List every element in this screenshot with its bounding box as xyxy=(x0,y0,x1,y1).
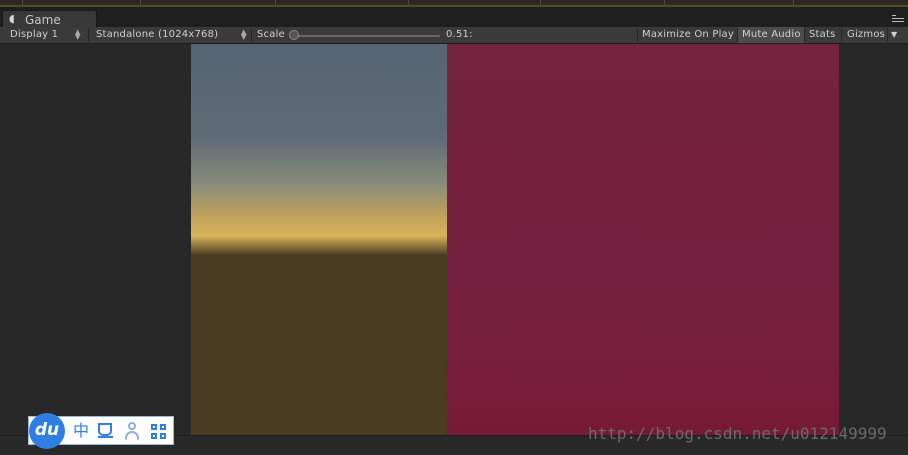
scale-slider-thumb[interactable] xyxy=(289,30,299,40)
tab-game[interactable]: ◖ Game xyxy=(2,10,97,28)
ruler-tick xyxy=(408,0,409,7)
tab-game-label: Game xyxy=(25,13,61,27)
display-dropdown-label: Display 1 xyxy=(10,29,59,40)
chevron-updown-icon: ▲ ▼ xyxy=(241,28,247,41)
baidu-ime-logo[interactable]: du xyxy=(29,413,65,449)
chinese-mode-toggle[interactable]: 中 xyxy=(73,421,89,441)
scale-label: Scale xyxy=(257,29,285,40)
divider xyxy=(251,28,252,42)
grid-icon[interactable] xyxy=(151,424,167,440)
divider xyxy=(841,28,842,42)
ime-toolbar: du 中 xyxy=(28,413,174,449)
ruler-tick xyxy=(664,0,665,7)
divider xyxy=(887,28,888,42)
gizmos-toggle[interactable]: Gizmos xyxy=(847,27,885,43)
resolution-dropdown-label: Standalone (1024x768) xyxy=(96,29,219,40)
scale-value: 0.51: xyxy=(446,29,473,40)
game-toolbar: Display 1 ▲ ▼ Standalone (1024x768) ▲ ▼ Sc… xyxy=(0,27,908,44)
divider xyxy=(88,28,89,42)
watermark-url: http://blog.csdn.net/u012149999 xyxy=(588,424,887,443)
mute-audio-toggle[interactable]: Mute Audio xyxy=(738,27,804,43)
divider xyxy=(637,28,638,42)
ruler-tick xyxy=(275,0,276,7)
divider xyxy=(804,28,805,42)
tab-bar: ◖ Game xyxy=(0,7,908,28)
game-view[interactable] xyxy=(0,44,908,435)
gizmos-dropdown-icon[interactable]: ▼ xyxy=(891,27,897,43)
user-icon[interactable] xyxy=(124,422,140,440)
scale-slider-track[interactable] xyxy=(293,35,440,37)
timeline-strip xyxy=(0,0,908,7)
cup-icon[interactable] xyxy=(97,421,115,444)
resolution-dropdown[interactable]: Standalone (1024x768) xyxy=(96,27,218,43)
ui-panel xyxy=(447,44,839,435)
ruler-tick xyxy=(793,0,794,7)
display-dropdown[interactable]: Display 1 xyxy=(10,27,58,43)
ruler-tick xyxy=(540,0,541,7)
ruler-tick xyxy=(22,0,23,7)
pacman-unity-icon: ◖ xyxy=(9,12,15,25)
maximize-on-play-toggle[interactable]: Maximize On Play xyxy=(642,27,734,43)
game-viewport[interactable] xyxy=(191,44,839,435)
tab-menu-icon[interactable] xyxy=(892,15,904,25)
stats-toggle[interactable]: Stats xyxy=(809,27,836,43)
ruler-tick xyxy=(140,0,141,7)
cup-icon-glyph xyxy=(98,423,113,438)
chevron-updown-icon: ▲ ▼ xyxy=(75,28,81,41)
